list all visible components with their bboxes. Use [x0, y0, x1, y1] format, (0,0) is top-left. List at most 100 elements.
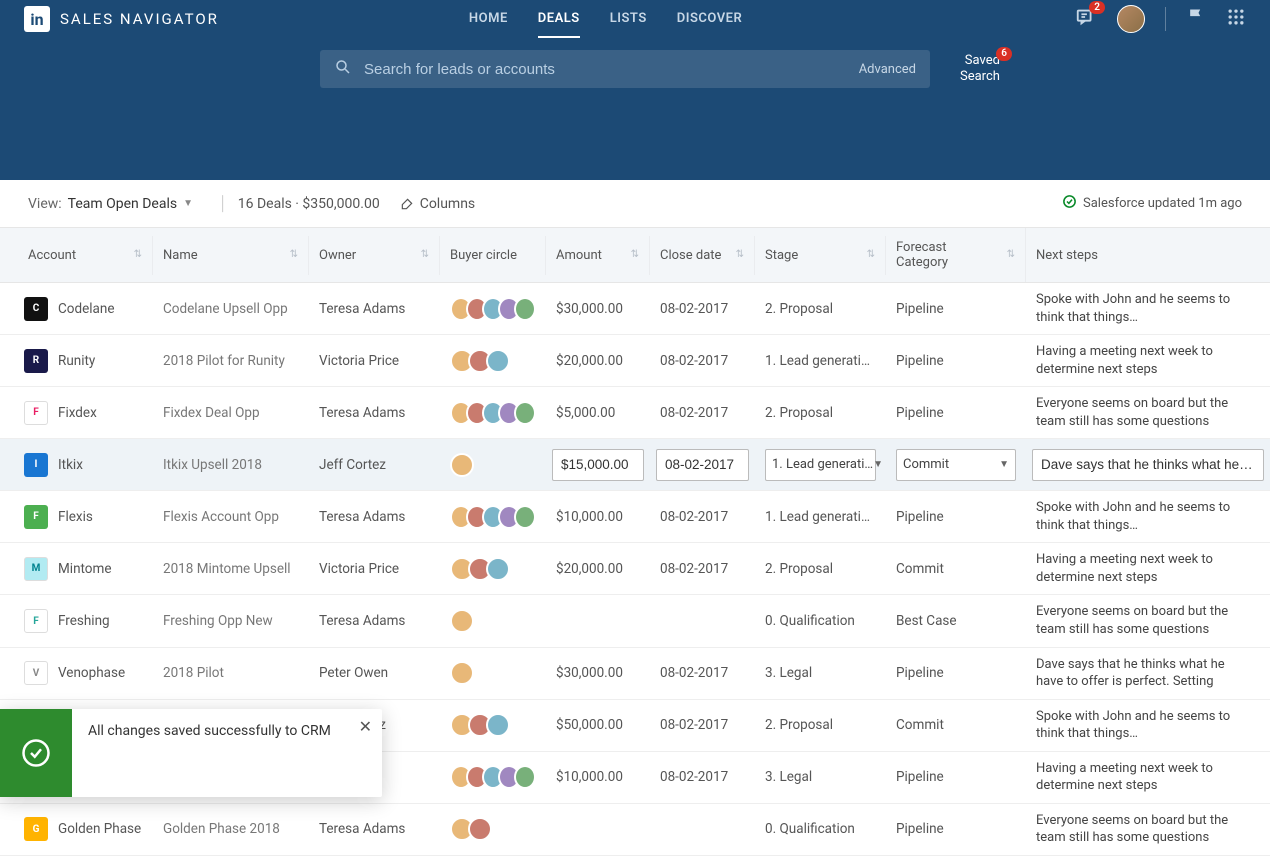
cell-next[interactable]: Having a meeting next week to determine … — [1026, 543, 1270, 594]
cell-amount[interactable]: $50,000.00 — [546, 709, 650, 741]
cell-amount[interactable]: $5,000.00 — [546, 397, 650, 429]
buyer-circle-avatars[interactable] — [450, 817, 536, 841]
cell-stage[interactable]: 1. Lead generation — [755, 345, 886, 377]
sort-icon[interactable]: ⇅ — [631, 250, 639, 260]
cell-amount[interactable]: $30,000.00 — [546, 657, 650, 689]
cell-next[interactable]: Dave says that he thinks what he have to… — [1026, 648, 1270, 699]
cell-forecast[interactable]: Commit — [886, 553, 1026, 585]
col-owner[interactable]: Owner⇅ — [309, 236, 440, 275]
buyer-circle-avatars[interactable] — [450, 661, 536, 685]
messages-button[interactable]: 2 — [1075, 6, 1097, 32]
cell-close[interactable]: 08-02-2017 — [650, 293, 755, 325]
search-input[interactable] — [364, 61, 847, 78]
sort-icon[interactable]: ⇅ — [736, 250, 744, 260]
buyer-circle-avatars[interactable] — [450, 557, 536, 581]
forecast-select[interactable]: Commit▼ — [896, 449, 1016, 481]
table-row[interactable]: FFlexisFlexis Account OppTeresa Adams$10… — [0, 491, 1270, 543]
sort-icon[interactable]: ⇅ — [134, 250, 142, 260]
next-steps-input[interactable] — [1032, 449, 1264, 481]
buyer-circle-avatars[interactable] — [450, 297, 536, 321]
cell-stage[interactable]: 2. Proposal — [755, 293, 886, 325]
col-amount[interactable]: Amount⇅ — [546, 236, 650, 275]
buyer-circle-avatars[interactable] — [450, 765, 536, 789]
buyer-circle-avatars[interactable] — [450, 713, 536, 737]
table-row[interactable]: IItkixItkix Upsell 2018Jeff Cortez1. Lea… — [0, 439, 1270, 491]
cell-stage[interactable]: 1. Lead generation — [755, 501, 886, 533]
cell-stage[interactable]: 0. Qualification — [755, 813, 886, 845]
cell-forecast[interactable]: Pipeline — [886, 397, 1026, 429]
columns-button[interactable]: Columns — [400, 196, 475, 212]
cell-next[interactable]: Everyone seems on board but the team sti… — [1026, 387, 1270, 438]
col-stage[interactable]: Stage⇅ — [755, 236, 886, 275]
cell-close[interactable] — [650, 613, 755, 629]
col-name[interactable]: Name⇅ — [153, 236, 309, 275]
cell-next[interactable]: Everyone seems on board but the team sti… — [1026, 595, 1270, 646]
cell-next[interactable]: Spoke with John and he seems to think th… — [1026, 491, 1270, 542]
flag-icon[interactable] — [1186, 7, 1206, 31]
cell-close[interactable] — [650, 821, 755, 837]
table-row[interactable]: FFixdexFixdex Deal OppTeresa Adams$5,000… — [0, 387, 1270, 439]
sort-icon[interactable]: ⇅ — [421, 250, 429, 260]
cell-close[interactable]: 08-02-2017 — [650, 345, 755, 377]
buyer-circle-avatars[interactable] — [450, 349, 536, 373]
cell-close[interactable]: 08-02-2017 — [650, 397, 755, 429]
cell-close[interactable]: 08-02-2017 — [650, 761, 755, 793]
nav-lists[interactable]: LISTS — [610, 1, 647, 38]
cell-next[interactable]: Spoke with John and he seems to think th… — [1026, 283, 1270, 334]
sort-icon[interactable]: ⇅ — [867, 250, 875, 260]
cell-close[interactable]: 08-02-2017 — [650, 657, 755, 689]
table-row[interactable]: FFreshingFreshing Opp NewTeresa Adams0. … — [0, 595, 1270, 647]
cell-forecast[interactable]: Pipeline — [886, 657, 1026, 689]
cell-amount[interactable]: $10,000.00 — [546, 501, 650, 533]
nav-discover[interactable]: DISCOVER — [677, 1, 743, 38]
col-buyer[interactable]: Buyer circle — [440, 236, 546, 275]
cell-amount[interactable]: $20,000.00 — [546, 553, 650, 585]
cell-stage[interactable]: 3. Legal — [755, 761, 886, 793]
cell-forecast[interactable]: Pipeline — [886, 813, 1026, 845]
sort-icon[interactable]: ⇅ — [290, 250, 298, 260]
cell-amount[interactable] — [546, 821, 650, 837]
user-avatar[interactable] — [1117, 5, 1145, 33]
stage-select[interactable]: 1. Lead generati…▼ — [765, 449, 876, 481]
nav-home[interactable]: HOME — [469, 1, 508, 38]
cell-next[interactable]: Everyone seems on board but the team sti… — [1026, 804, 1270, 855]
col-next[interactable]: Next steps — [1026, 236, 1270, 275]
nav-deals[interactable]: DEALS — [538, 1, 580, 38]
close-date-input[interactable] — [656, 449, 749, 481]
cell-close[interactable]: 08-02-2017 — [650, 709, 755, 741]
table-row[interactable]: CCodelaneCodelane Upsell OppTeresa Adams… — [0, 283, 1270, 335]
cell-forecast[interactable]: Best Case — [886, 605, 1026, 637]
buyer-circle-avatars[interactable] — [450, 401, 536, 425]
view-select[interactable]: Team Open Deals ▼ — [68, 196, 193, 212]
cell-forecast[interactable]: Pipeline — [886, 501, 1026, 533]
cell-next[interactable]: Having a meeting next week to determine … — [1026, 752, 1270, 803]
cell-forecast[interactable]: Pipeline — [886, 761, 1026, 793]
toast-close-button[interactable]: ✕ — [359, 717, 372, 736]
col-close[interactable]: Close date⇅ — [650, 236, 755, 275]
buyer-circle-avatars[interactable] — [450, 609, 536, 633]
cell-stage[interactable]: 2. Proposal — [755, 709, 886, 741]
saved-search-button[interactable]: Saved Search 6 — [960, 53, 1000, 84]
sort-icon[interactable]: ⇅ — [1007, 250, 1015, 260]
col-forecast[interactable]: Forecast Category⇅ — [886, 228, 1026, 282]
cell-stage[interactable]: 2. Proposal — [755, 397, 886, 429]
search-advanced[interactable]: Advanced — [859, 62, 916, 77]
cell-amount[interactable] — [546, 613, 650, 629]
cell-amount[interactable]: $20,000.00 — [546, 345, 650, 377]
cell-forecast[interactable]: Pipeline — [886, 345, 1026, 377]
cell-amount[interactable]: $10,000.00 — [546, 761, 650, 793]
col-account[interactable]: Account⇅ — [0, 236, 153, 275]
table-row[interactable]: VVenophase2018 PilotPeter Owen$30,000.00… — [0, 648, 1270, 700]
table-row[interactable]: GGolden PhaseGolden Phase 2018Teresa Ada… — [0, 804, 1270, 856]
table-row[interactable]: RRunity2018 Pilot for RunityVictoria Pri… — [0, 335, 1270, 387]
amount-input[interactable] — [552, 449, 644, 481]
cell-amount[interactable]: $30,000.00 — [546, 293, 650, 325]
table-row[interactable]: MMintome2018 Mintome UpsellVictoria Pric… — [0, 543, 1270, 595]
cell-close[interactable]: 08-02-2017 — [650, 501, 755, 533]
cell-stage[interactable]: 0. Qualification — [755, 605, 886, 637]
logo[interactable]: in SALES NAVIGATOR — [24, 6, 219, 32]
apps-icon[interactable] — [1226, 7, 1246, 31]
cell-next[interactable]: Spoke with John and he seems to think th… — [1026, 700, 1270, 751]
cell-forecast[interactable]: Pipeline — [886, 293, 1026, 325]
buyer-circle-avatars[interactable] — [450, 453, 536, 477]
